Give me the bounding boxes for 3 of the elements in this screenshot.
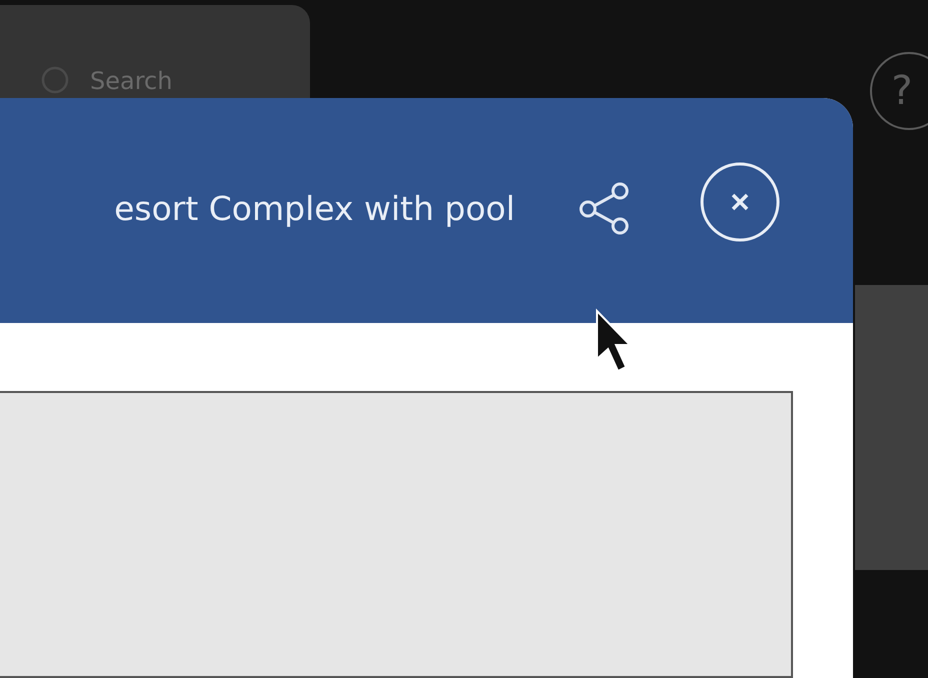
help-button[interactable]: ?	[870, 52, 928, 130]
dialog-title: esort Complex with pool	[114, 189, 515, 228]
close-button[interactable]	[699, 160, 781, 242]
